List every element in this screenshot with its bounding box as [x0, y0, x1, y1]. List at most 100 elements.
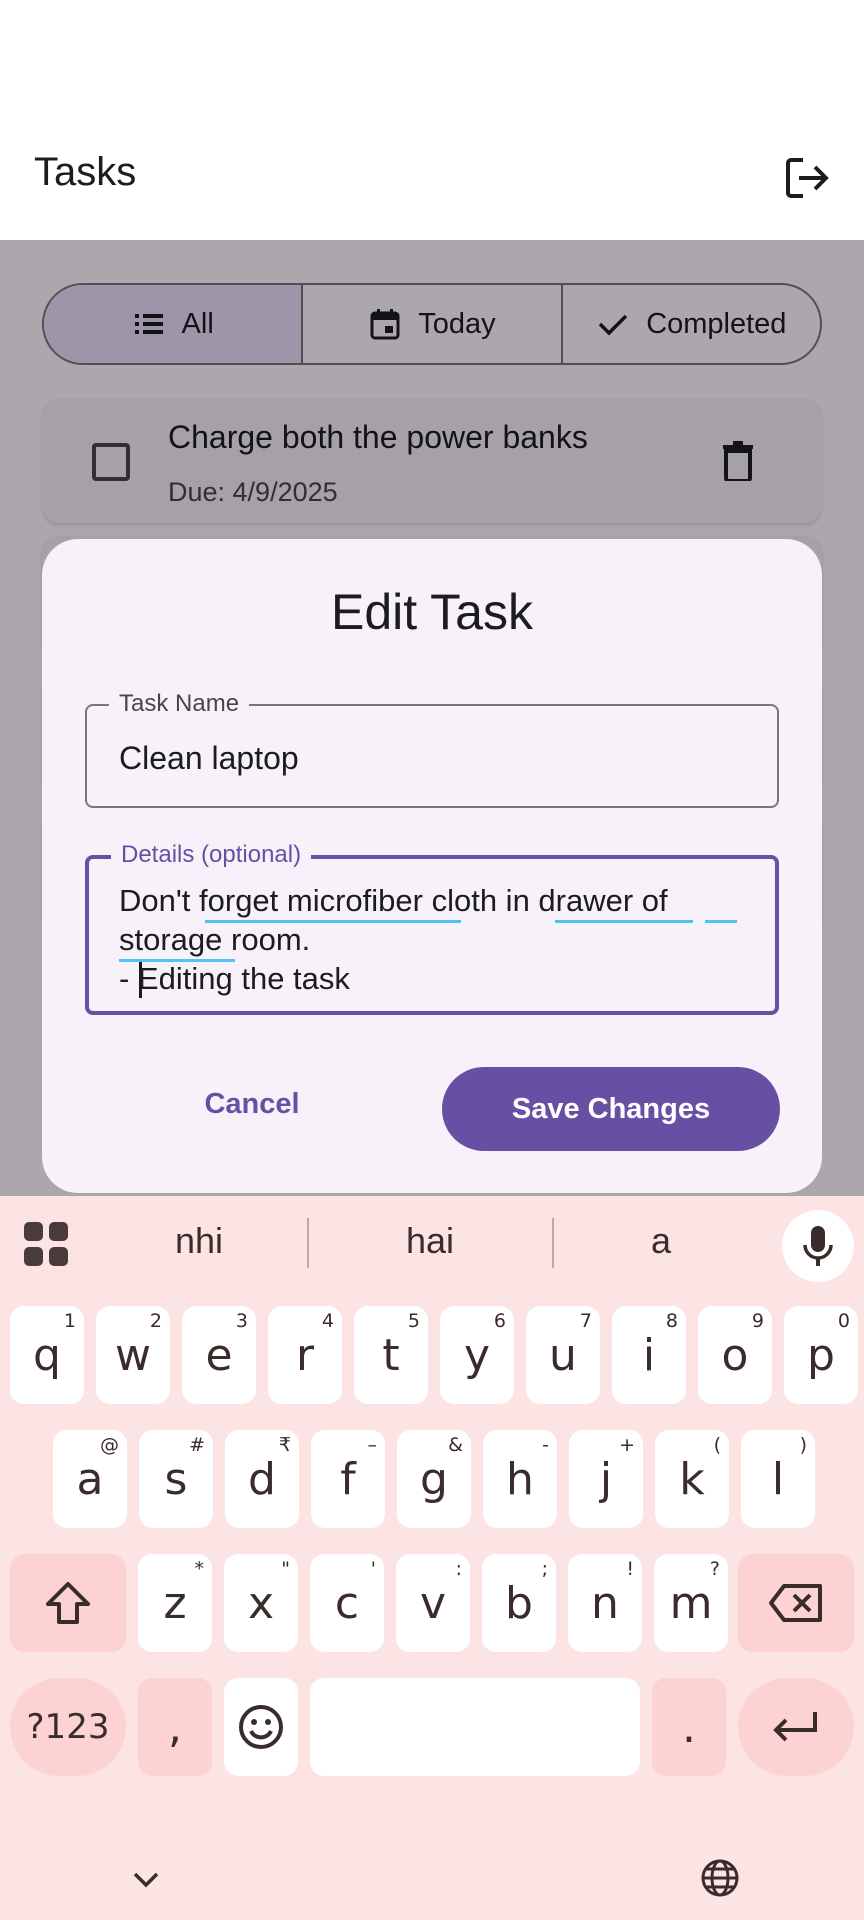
key-d[interactable]: d ₹ [225, 1430, 299, 1528]
suggestion-1[interactable]: nhi [84, 1220, 314, 1262]
key-letter: s [164, 1453, 188, 1505]
key-o[interactable]: o9 [698, 1306, 772, 1404]
key-secondary-symbol: 8 [665, 1310, 678, 1332]
chevron-down-icon [133, 1872, 159, 1888]
dialog-title: Edit Task [331, 584, 533, 640]
key-letter: o [721, 1329, 749, 1381]
key-letter: w [115, 1329, 151, 1381]
suggestion-3[interactable]: a [546, 1220, 776, 1262]
key-secondary-symbol: & [448, 1434, 463, 1456]
edit-task-dialog: Edit Task Task Name Clean laptop Details… [42, 539, 822, 1193]
key-secondary-symbol: 9 [751, 1310, 764, 1332]
voice-input-button[interactable] [782, 1210, 854, 1282]
cancel-button[interactable]: Cancel [170, 1069, 334, 1139]
key-s[interactable]: s # [139, 1430, 213, 1528]
symbols-key[interactable]: ?123 [10, 1678, 126, 1776]
key-m[interactable]: m? [654, 1554, 728, 1652]
status-bar [0, 0, 864, 120]
key-y[interactable]: y6 [440, 1306, 514, 1404]
key-k[interactable]: k( [655, 1430, 729, 1528]
app-bar: Tasks [0, 120, 864, 240]
keyboard-apps-icon[interactable] [24, 1222, 68, 1266]
suggestion-2[interactable]: hai [315, 1220, 545, 1262]
details-input[interactable]: Don't forget microfiber cloth in drawer … [119, 881, 759, 998]
key-letter: n [591, 1577, 619, 1629]
key-letter: l [771, 1453, 785, 1505]
key-secondary-symbol: 2 [149, 1310, 162, 1332]
spellcheck-underline [555, 920, 693, 923]
emoji-key[interactable] [224, 1678, 298, 1776]
key-l[interactable]: l) [741, 1430, 815, 1528]
period-key[interactable]: . [652, 1678, 726, 1776]
key-w[interactable]: w2 [96, 1306, 170, 1404]
shift-key[interactable] [10, 1554, 126, 1652]
language-switch-button[interactable] [698, 1856, 742, 1900]
key-c[interactable]: c ' [310, 1554, 384, 1652]
globe-icon [701, 1859, 739, 1897]
spellcheck-underline [205, 920, 461, 923]
key-secondary-symbol: : [455, 1558, 462, 1580]
key-secondary-symbol: 4 [321, 1310, 334, 1332]
key-letter: g [420, 1453, 448, 1505]
enter-key[interactable] [738, 1678, 854, 1776]
key-t[interactable]: t5 [354, 1306, 428, 1404]
key-secondary-symbol: 3 [235, 1310, 248, 1332]
key-letter: y [463, 1329, 491, 1381]
microphone-icon [803, 1226, 833, 1266]
key-secondary-symbol: # [189, 1434, 205, 1456]
page-title: Tasks [34, 150, 137, 194]
key-b[interactable]: b; [482, 1554, 556, 1652]
key-j[interactable]: j + [569, 1430, 643, 1528]
task-name-label: Task Name [109, 690, 250, 718]
key-letter: u [549, 1329, 577, 1381]
key-v[interactable]: v: [396, 1554, 470, 1652]
shift-icon [46, 1582, 90, 1624]
key-letter: e [205, 1329, 233, 1381]
details-label: Details (optional) [111, 841, 312, 869]
key-f[interactable]: f – [311, 1430, 385, 1528]
key-h[interactable]: h- [483, 1430, 557, 1528]
key-letter: d [248, 1453, 276, 1505]
key-secondary-symbol: 1 [63, 1310, 76, 1332]
enter-icon [773, 1712, 817, 1742]
hide-keyboard-button[interactable] [126, 1860, 166, 1900]
key-secondary-symbol: * [194, 1558, 205, 1580]
key-letter: i [642, 1329, 656, 1381]
key-letter: c [334, 1577, 360, 1629]
key-n[interactable]: n! [568, 1554, 642, 1652]
key-e[interactable]: e3 [182, 1306, 256, 1404]
key-letter: f [340, 1453, 356, 1505]
spellcheck-underline [119, 959, 235, 962]
task-name-field[interactable]: Task Name Clean laptop [85, 690, 779, 808]
task-name-input[interactable]: Clean laptop [119, 740, 299, 777]
details-field[interactable]: Details (optional) Don't forget microfib… [85, 841, 779, 1015]
key-x[interactable]: x " [224, 1554, 298, 1652]
key-secondary-symbol: 5 [407, 1310, 420, 1332]
key-secondary-symbol: " [281, 1558, 290, 1580]
space-key[interactable] [310, 1678, 640, 1776]
save-changes-button[interactable]: Save Changes [442, 1067, 780, 1151]
logout-button[interactable] [776, 146, 840, 210]
key-letter: v [419, 1577, 447, 1629]
key-secondary-symbol: ₹ [278, 1434, 291, 1456]
key-letter: p [807, 1329, 835, 1381]
key-q[interactable]: q1 [10, 1306, 84, 1404]
soft-keyboard: nhi hai a q1w2e3r4t5y6u7i8o9p0 a @ s # d ₹ f – g… [0, 1196, 864, 1920]
spellcheck-underline [705, 920, 737, 923]
key-letter: h [506, 1453, 534, 1505]
key-z[interactable]: z * [138, 1554, 212, 1652]
emoji-icon [239, 1705, 283, 1749]
text-cursor [139, 962, 142, 998]
key-letter: x [247, 1577, 275, 1629]
key-p[interactable]: p0 [784, 1306, 858, 1404]
backspace-key[interactable] [738, 1554, 854, 1652]
key-i[interactable]: i8 [612, 1306, 686, 1404]
key-u[interactable]: u7 [526, 1306, 600, 1404]
comma-key[interactable]: , [138, 1678, 212, 1776]
key-a[interactable]: a @ [53, 1430, 127, 1528]
key-secondary-symbol: ? [709, 1558, 720, 1580]
key-r[interactable]: r4 [268, 1306, 342, 1404]
key-secondary-symbol: ) [799, 1434, 807, 1456]
key-g[interactable]: g & [397, 1430, 471, 1528]
key-letter: t [382, 1329, 400, 1381]
